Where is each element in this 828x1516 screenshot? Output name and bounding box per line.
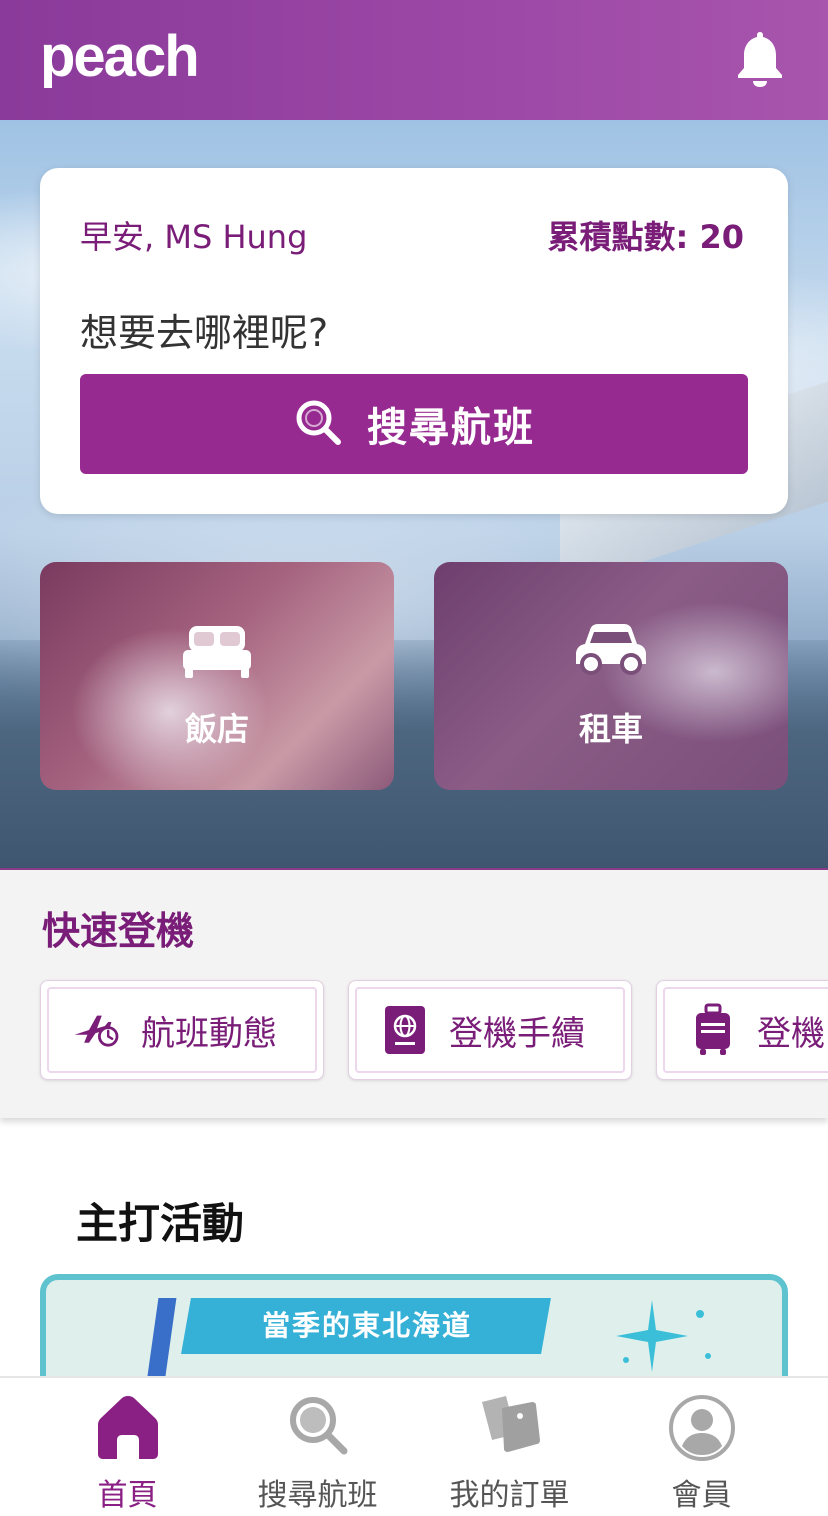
quick-boarding-section: 快速登機 航班動態 登機手續 登機 [0, 868, 828, 1118]
tab-my-orders-label: 我的訂單 [449, 1478, 570, 1513]
sparkle-icon [608, 1300, 728, 1384]
flight-status-button[interactable]: 航班動態 [40, 980, 324, 1080]
bottom-tab-bar: 首頁 搜尋航班 我的訂單 會員 [0, 1376, 828, 1516]
peach-logo[interactable]: peach [40, 22, 200, 92]
car-rental-label: 租車 [578, 710, 643, 748]
tab-member-label: 會員 [671, 1478, 732, 1513]
tickets-icon [476, 1394, 544, 1462]
search-card: 早安, MS Hung 累積點數: 20 想要去哪裡呢? 搜尋航班 [40, 168, 788, 514]
search-flights-label: 搜尋航班 [367, 405, 535, 451]
featured-title: 主打活動 [76, 1199, 245, 1248]
car-icon [574, 622, 648, 680]
flight-status-icon [73, 1006, 121, 1054]
tab-my-orders[interactable]: 我的訂單 [406, 1378, 613, 1516]
bed-icon [181, 622, 253, 684]
flight-status-label: 航班動態 [141, 1013, 277, 1054]
hotel-label: 飯店 [184, 710, 249, 748]
check-in-label: 登機手續 [449, 1013, 585, 1054]
home-icon [97, 1394, 159, 1464]
tab-home[interactable]: 首頁 [24, 1378, 231, 1516]
banner-title: 當季的東北海道 [262, 1309, 473, 1342]
greeting-text: 早安, MS Hung [80, 218, 308, 256]
tab-search-flights[interactable]: 搜尋航班 [214, 1378, 421, 1516]
tab-search-flights-label: 搜尋航班 [257, 1478, 378, 1513]
hotel-tile[interactable]: 飯店 [40, 562, 394, 790]
boarding-label: 登機 [757, 1013, 825, 1054]
app-header: peach [0, 0, 828, 120]
search-flights-button[interactable]: 搜尋航班 [80, 374, 748, 474]
destination-prompt: 想要去哪裡呢? [80, 311, 329, 355]
profile-icon [668, 1394, 736, 1466]
boarding-button[interactable]: 登機 [656, 980, 828, 1080]
bell-icon[interactable] [732, 28, 788, 88]
quick-boarding-title: 快速登機 [42, 909, 195, 953]
luggage-icon [689, 1003, 737, 1055]
car-rental-tile[interactable]: 租車 [434, 562, 788, 790]
check-in-button[interactable]: 登機手續 [348, 980, 632, 1080]
tab-member[interactable]: 會員 [598, 1378, 805, 1516]
passport-icon [381, 1006, 429, 1054]
search-icon [287, 1394, 349, 1460]
points-balance: 累積點數: 20 [547, 218, 744, 256]
search-icon [293, 397, 343, 451]
tab-home-label: 首頁 [97, 1478, 158, 1513]
